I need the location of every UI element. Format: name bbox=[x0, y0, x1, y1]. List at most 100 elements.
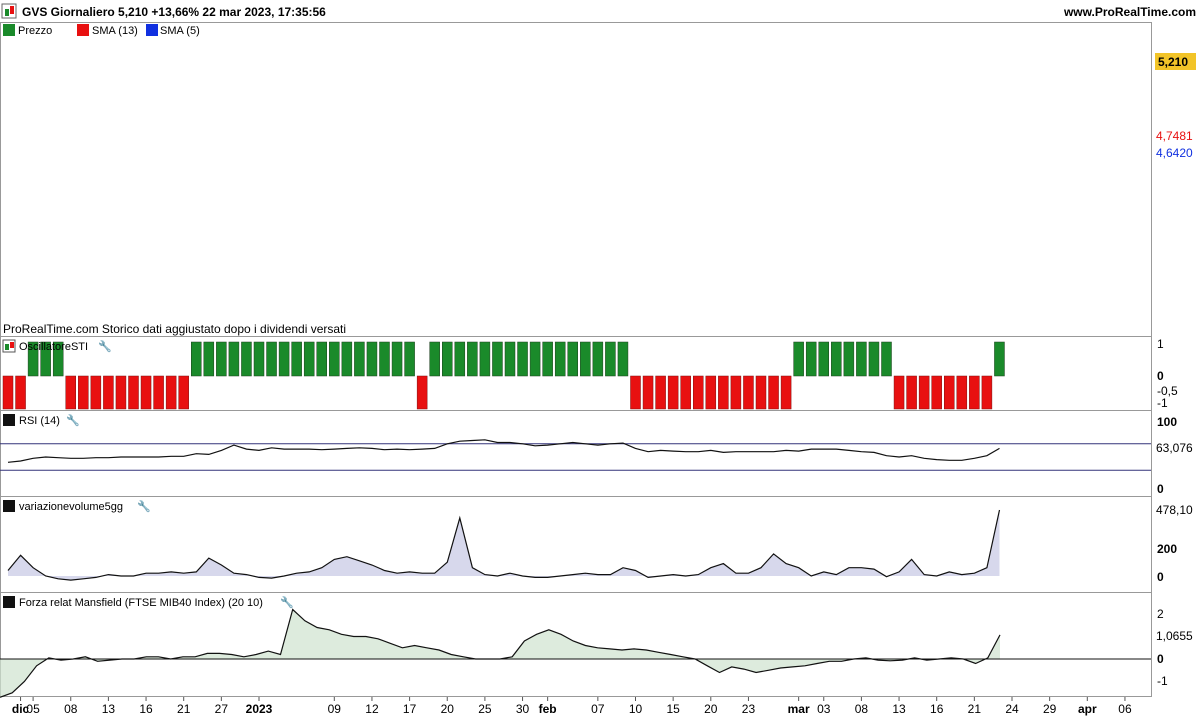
sti-bar-positive bbox=[216, 341, 227, 377]
rsi-value: 63,076 bbox=[1156, 441, 1193, 455]
volume-swatch bbox=[3, 500, 15, 512]
sti-bar-negative bbox=[78, 375, 89, 410]
sti-label-down bbox=[10, 342, 14, 348]
sti-bar-positive bbox=[366, 341, 378, 377]
mansfield-tick-2: 2 bbox=[1157, 607, 1164, 621]
legend-item-sma13[interactable]: SMA (13) bbox=[92, 25, 138, 37]
sti-bar-negative bbox=[65, 375, 76, 410]
x-axis-label: 29 bbox=[1043, 702, 1057, 716]
sti-bar-positive bbox=[404, 341, 415, 377]
x-axis-label: 2023 bbox=[246, 702, 273, 716]
rsi-swatch bbox=[3, 414, 15, 426]
sti-label-up bbox=[5, 344, 9, 350]
volume-value: 478,10 bbox=[1156, 503, 1193, 517]
sti-bar-positive bbox=[843, 341, 855, 377]
sti-bar-positive bbox=[881, 341, 892, 377]
x-axis-label: feb bbox=[539, 702, 557, 716]
sti-bar-negative bbox=[680, 375, 691, 410]
mansfield-tick-minus-1: -1 bbox=[1157, 674, 1168, 688]
x-axis-label: 06 bbox=[1118, 702, 1132, 716]
sti-bar-positive bbox=[329, 341, 340, 377]
sti-tick-1: 1 bbox=[1157, 337, 1164, 351]
sti-bar-negative bbox=[944, 375, 955, 410]
sti-bar-negative bbox=[642, 375, 654, 410]
x-axis-label: 10 bbox=[629, 702, 643, 716]
sti-bar-positive bbox=[617, 341, 629, 377]
sti-bar-positive bbox=[341, 341, 353, 377]
sti-bar-negative bbox=[178, 375, 189, 410]
sti-bar-positive bbox=[454, 341, 466, 377]
rsi-label[interactable]: RSI (14) bbox=[19, 415, 60, 427]
sti-bar-negative bbox=[655, 375, 666, 410]
volume-tick-200: 200 bbox=[1157, 542, 1177, 556]
last-price-value: 5,210 bbox=[1158, 55, 1188, 69]
x-axis-label: 25 bbox=[478, 702, 492, 716]
sti-bar-positive bbox=[278, 341, 290, 377]
x-axis-label: apr bbox=[1078, 702, 1097, 716]
sti-settings-icon[interactable]: 🔧 bbox=[98, 339, 112, 353]
sti-bar-positive bbox=[303, 341, 315, 377]
sti-bar-negative bbox=[153, 375, 164, 410]
sti-bar-positive bbox=[354, 341, 365, 377]
sti-bar-positive bbox=[492, 341, 503, 377]
sti-bar-positive bbox=[856, 341, 867, 377]
volume-label[interactable]: variazionevolume5gg bbox=[19, 501, 123, 513]
rsi-tick-0: 0 bbox=[1157, 482, 1164, 496]
sma13-value: 4,7481 bbox=[1156, 129, 1193, 143]
mansfield-label[interactable]: Forza relat Mansfield (FTSE MIB40 Index)… bbox=[19, 597, 263, 609]
x-axis-label: 09 bbox=[328, 702, 342, 716]
sti-bar-negative bbox=[705, 375, 717, 410]
sti-bar-negative bbox=[956, 375, 968, 410]
sti-bar-positive bbox=[479, 341, 491, 377]
sti-bar-positive bbox=[529, 341, 541, 377]
mansfield-settings-icon[interactable]: 🔧 bbox=[280, 595, 294, 609]
sti-bar-negative bbox=[667, 375, 679, 410]
legend-swatch-sma13 bbox=[77, 24, 89, 36]
sti-bar-negative bbox=[2, 375, 14, 410]
x-axis-label: 16 bbox=[139, 702, 153, 716]
x-axis-label: 20 bbox=[704, 702, 718, 716]
legend: Prezzo SMA (13) SMA (5) bbox=[3, 24, 200, 37]
sti-bar-positive bbox=[554, 341, 566, 377]
sti-bar-positive bbox=[818, 341, 829, 377]
sti-bar-positive bbox=[831, 341, 842, 377]
sti-bar-negative bbox=[416, 375, 428, 410]
sma5-value: 4,6420 bbox=[1156, 146, 1193, 160]
sti-bar-positive bbox=[592, 341, 604, 377]
sti-bar-positive bbox=[253, 341, 265, 377]
x-axis-label: 21 bbox=[968, 702, 982, 716]
sti-bar-positive bbox=[517, 341, 528, 377]
sti-label[interactable]: OscillatoreSTI bbox=[19, 341, 88, 353]
site-name: www.ProRealTime.com bbox=[1063, 5, 1196, 19]
rsi-settings-icon[interactable]: 🔧 bbox=[66, 413, 80, 427]
sti-bar-positive bbox=[994, 341, 1005, 377]
sti-bar-negative bbox=[969, 375, 980, 410]
x-axis-label: 05 bbox=[26, 702, 40, 716]
sti-bar-positive bbox=[266, 341, 277, 377]
mansfield-swatch bbox=[3, 596, 15, 608]
legend-swatch-sma5 bbox=[146, 24, 158, 36]
sti-bar-positive bbox=[228, 341, 240, 377]
mansfield-value: 1,0655 bbox=[1156, 629, 1193, 643]
price-chart: GVS Giornaliero 5,210 +13,66% 22 mar 202… bbox=[0, 0, 1200, 720]
x-axis-label: 08 bbox=[855, 702, 869, 716]
sti-bar-negative bbox=[981, 375, 993, 410]
volume-settings-icon[interactable]: 🔧 bbox=[137, 499, 151, 513]
legend-item-price[interactable]: Prezzo bbox=[18, 25, 52, 37]
sti-bar-negative bbox=[755, 375, 767, 410]
sti-bar-positive bbox=[805, 341, 817, 377]
x-axis-label: 03 bbox=[817, 702, 831, 716]
sti-bar-positive bbox=[605, 341, 616, 377]
sti-bar-positive bbox=[567, 341, 578, 377]
price-note: ProRealTime.com Storico dati aggiustato … bbox=[3, 322, 346, 336]
x-axis-label: mar bbox=[788, 702, 810, 716]
mansfield-tick-0: 0 bbox=[1157, 652, 1164, 666]
volume-tick-0: 0 bbox=[1157, 570, 1164, 584]
sti-bar-positive bbox=[868, 341, 880, 377]
chart-title: GVS Giornaliero 5,210 +13,66% 22 mar 202… bbox=[22, 5, 326, 19]
sti-bar-positive bbox=[316, 341, 327, 377]
x-axis-label: 21 bbox=[177, 702, 191, 716]
x-axis-label: 17 bbox=[403, 702, 417, 716]
sti-bar-negative bbox=[931, 375, 942, 410]
legend-item-sma5[interactable]: SMA (5) bbox=[160, 25, 200, 37]
